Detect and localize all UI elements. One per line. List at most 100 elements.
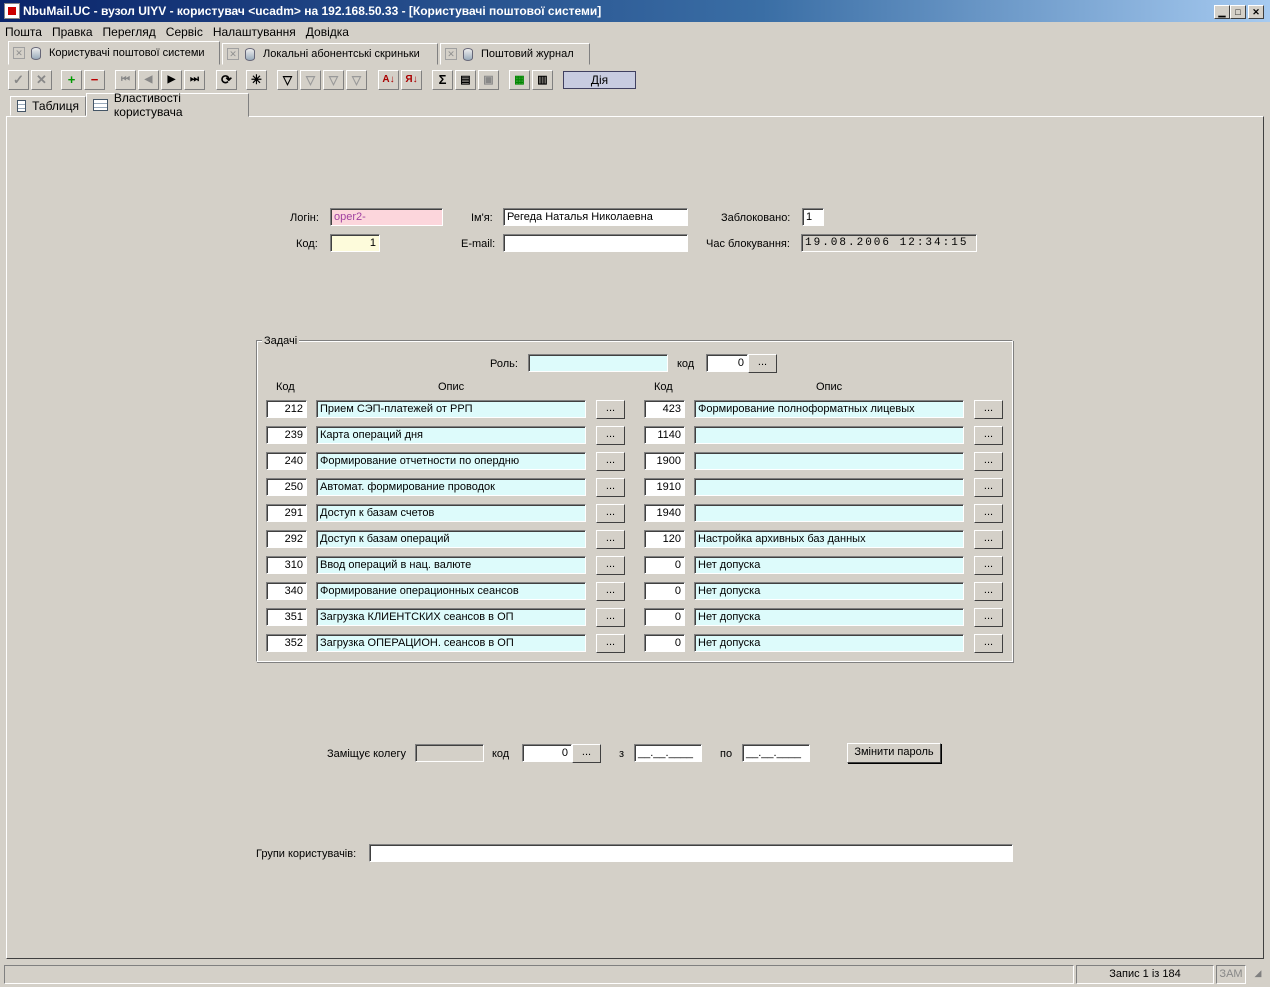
last-record-icon[interactable]: ⏭ xyxy=(184,70,205,90)
maximize-icon[interactable]: □ xyxy=(1230,5,1246,19)
task-code-field[interactable]: 292 xyxy=(266,530,307,548)
close-tab-icon[interactable]: ✕ xyxy=(13,47,25,59)
to-date-field[interactable]: __.__.____ xyxy=(742,744,810,762)
delete-icon[interactable]: − xyxy=(84,70,105,90)
doc-tab-users[interactable]: ✕ Користувачі поштової системи xyxy=(8,41,220,65)
task-description-field[interactable]: Формирование полноформатных лицевых xyxy=(694,400,964,418)
task-lookup-button[interactable]: ... xyxy=(974,504,1003,523)
task-lookup-button[interactable]: ... xyxy=(974,634,1003,653)
task-lookup-button[interactable]: ... xyxy=(596,556,625,575)
filter-edit-icon[interactable]: ▽ xyxy=(323,70,344,90)
refresh-icon[interactable]: ⟳ xyxy=(216,70,237,90)
task-description-field[interactable]: Формирование операционных сеансов xyxy=(316,582,586,600)
task-code-field[interactable]: 291 xyxy=(266,504,307,522)
star-icon[interactable]: ✳ xyxy=(246,70,267,90)
task-lookup-button[interactable]: ... xyxy=(596,608,625,627)
substitute-code-field[interactable]: 0 xyxy=(522,744,572,762)
task-lookup-button[interactable]: ... xyxy=(596,452,625,471)
menu-help[interactable]: Довідка xyxy=(301,25,354,39)
change-password-button[interactable]: Змінити пароль xyxy=(847,743,941,763)
cancel-icon[interactable]: ✕ xyxy=(31,70,52,90)
task-code-field[interactable]: 423 xyxy=(644,400,685,418)
task-description-field[interactable]: Нет допуска xyxy=(694,556,964,574)
task-description-field[interactable]: Нет допуска xyxy=(694,582,964,600)
role-lookup-button[interactable]: ... xyxy=(748,354,777,373)
code-field[interactable]: 1 xyxy=(330,234,380,252)
task-description-field[interactable]: Загрузка ОПЕРАЦИОН. сеансов в ОП xyxy=(316,634,586,652)
task-description-field[interactable]: Автомат. формирование проводок xyxy=(316,478,586,496)
task-code-field[interactable]: 310 xyxy=(266,556,307,574)
task-lookup-button[interactable]: ... xyxy=(596,582,625,601)
task-description-field[interactable] xyxy=(694,426,964,444)
block-time-field[interactable]: 19.08.2006 12:34:15 xyxy=(801,234,977,252)
task-lookup-button[interactable]: ... xyxy=(974,478,1003,497)
substitute-lookup-button[interactable]: ... xyxy=(572,744,601,763)
task-lookup-button[interactable]: ... xyxy=(974,452,1003,471)
task-description-field[interactable]: Карта операций дня xyxy=(316,426,586,444)
menu-view[interactable]: Перегляд xyxy=(98,25,161,39)
tab-user-properties[interactable]: Властивості користувача xyxy=(86,91,249,119)
task-description-field[interactable] xyxy=(694,478,964,496)
task-lookup-button[interactable]: ... xyxy=(974,582,1003,601)
export-icon[interactable]: ▦ xyxy=(509,70,530,90)
close-icon[interactable]: ✕ xyxy=(1248,5,1264,19)
task-lookup-button[interactable]: ... xyxy=(974,400,1003,419)
task-description-field[interactable]: Прием СЭП-платежей от РРП xyxy=(316,400,586,418)
task-description-field[interactable]: Нет допуска xyxy=(694,634,964,652)
task-lookup-button[interactable]: ... xyxy=(974,556,1003,575)
tab-table[interactable]: Таблиця xyxy=(10,96,86,116)
task-code-field[interactable]: 340 xyxy=(266,582,307,600)
filter-icon[interactable]: ▽ xyxy=(277,70,298,90)
substitute-field[interactable] xyxy=(415,744,484,762)
task-code-field[interactable]: 1910 xyxy=(644,478,685,496)
action-button[interactable]: Дія xyxy=(563,71,636,89)
task-lookup-button[interactable]: ... xyxy=(974,530,1003,549)
blocked-field[interactable]: 1 xyxy=(802,208,824,226)
properties-icon[interactable]: ▤ xyxy=(455,70,476,90)
task-description-field[interactable]: Загрузка КЛИЕНТСКИХ сеансов в ОП xyxy=(316,608,586,626)
close-tab-icon[interactable]: ✕ xyxy=(227,48,239,60)
task-description-field[interactable] xyxy=(694,504,964,522)
first-record-icon[interactable]: ⏮ xyxy=(115,70,136,90)
menu-settings[interactable]: Налаштування xyxy=(208,25,301,39)
task-description-field[interactable] xyxy=(694,452,964,470)
task-lookup-button[interactable]: ... xyxy=(596,504,625,523)
sort-asc-icon[interactable]: A↓ xyxy=(378,70,399,90)
resize-grip-icon[interactable]: ◢ xyxy=(1248,965,1268,984)
filter-off-icon[interactable]: ▽ xyxy=(346,70,367,90)
save-icon[interactable]: ▣ xyxy=(478,70,499,90)
grid-icon[interactable]: ▥ xyxy=(532,70,553,90)
task-description-field[interactable]: Настройка архивных баз данных xyxy=(694,530,964,548)
groups-field[interactable] xyxy=(369,844,1013,862)
minimize-icon[interactable]: ▁ xyxy=(1214,5,1230,19)
sum-icon[interactable]: Σ xyxy=(432,70,453,90)
task-lookup-button[interactable]: ... xyxy=(974,426,1003,445)
task-description-field[interactable]: Формирование отчетности по опердню xyxy=(316,452,586,470)
name-field[interactable]: Регеда Наталья Николаевна xyxy=(503,208,688,226)
next-record-icon[interactable]: ▶ xyxy=(161,70,182,90)
task-code-field[interactable]: 0 xyxy=(644,634,685,652)
task-lookup-button[interactable]: ... xyxy=(974,608,1003,627)
task-description-field[interactable]: Доступ к базам счетов xyxy=(316,504,586,522)
email-field[interactable] xyxy=(503,234,688,252)
task-code-field[interactable]: 250 xyxy=(266,478,307,496)
filter-clear-icon[interactable]: ▽ xyxy=(300,70,321,90)
task-lookup-button[interactable]: ... xyxy=(596,400,625,419)
task-code-field[interactable]: 351 xyxy=(266,608,307,626)
task-code-field[interactable]: 0 xyxy=(644,582,685,600)
sort-desc-icon[interactable]: Я↓ xyxy=(401,70,422,90)
task-code-field[interactable]: 1900 xyxy=(644,452,685,470)
menu-service[interactable]: Сервіс xyxy=(161,25,208,39)
prev-record-icon[interactable]: ◀ xyxy=(138,70,159,90)
menu-edit[interactable]: Правка xyxy=(47,25,98,39)
menu-mail[interactable]: Пошта xyxy=(0,25,47,39)
task-description-field[interactable]: Ввод операций в нац. валюте xyxy=(316,556,586,574)
doc-tab-journal[interactable]: ✕ Поштовий журнал xyxy=(440,43,590,65)
task-code-field[interactable]: 212 xyxy=(266,400,307,418)
role-field[interactable] xyxy=(528,354,668,372)
task-code-field[interactable]: 1940 xyxy=(644,504,685,522)
from-date-field[interactable]: __.__.____ xyxy=(634,744,702,762)
task-code-field[interactable]: 239 xyxy=(266,426,307,444)
task-lookup-button[interactable]: ... xyxy=(596,634,625,653)
task-code-field[interactable]: 352 xyxy=(266,634,307,652)
